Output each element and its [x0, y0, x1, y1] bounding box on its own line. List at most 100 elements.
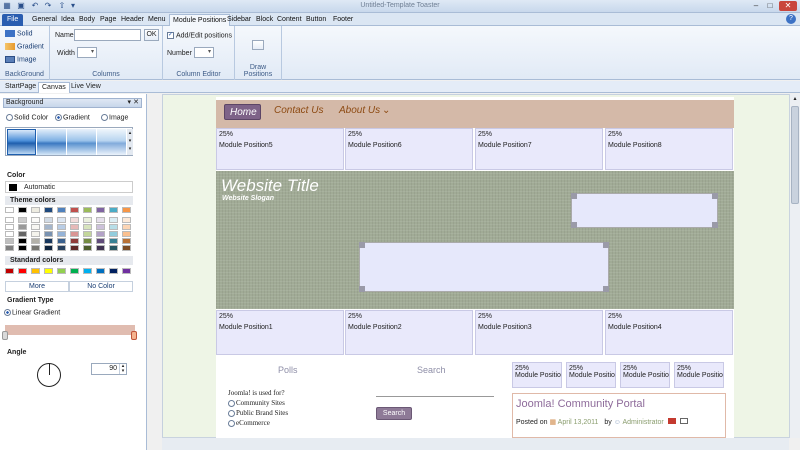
poll-option[interactable]: Public Brand Sites [228, 409, 288, 417]
search-button[interactable]: Search [376, 407, 412, 420]
tab-menu[interactable]: Menu [145, 14, 169, 26]
tab-body[interactable]: Body [76, 14, 98, 26]
maximize-icon[interactable]: □ [764, 1, 776, 11]
module-position7[interactable]: 25% Module Position7 [475, 128, 603, 170]
no-color-button[interactable]: No Color [69, 281, 133, 292]
theme-color-swatch[interactable] [70, 207, 79, 213]
module-position8[interactable]: 25% Module Position8 [605, 128, 733, 170]
theme-color-swatch[interactable] [44, 224, 53, 230]
theme-color-swatch[interactable] [109, 238, 118, 244]
tab-live-view[interactable]: Live View [68, 82, 104, 93]
tab-module-positions[interactable]: Module Positions [169, 14, 231, 26]
module-position4[interactable]: 25% Module Position4 [605, 310, 733, 355]
theme-color-swatch[interactable] [83, 245, 92, 251]
standard-color-swatch[interactable] [57, 268, 66, 274]
theme-color-swatch[interactable] [57, 231, 66, 237]
standard-color-swatch[interactable] [18, 268, 27, 274]
small-module[interactable]: 25% Module Position [512, 362, 562, 388]
theme-color-swatch[interactable] [5, 217, 14, 223]
theme-color-swatch[interactable] [18, 224, 27, 230]
gradient-swatch-1[interactable] [7, 129, 36, 155]
name-input[interactable] [74, 29, 141, 41]
theme-color-swatch[interactable] [122, 217, 131, 223]
resize-handle[interactable] [359, 242, 365, 248]
minimize-icon[interactable]: – [750, 1, 762, 11]
standard-color-swatch[interactable] [96, 268, 105, 274]
theme-color-swatch[interactable] [31, 224, 40, 230]
resize-handle[interactable] [712, 193, 718, 199]
resize-handle[interactable] [571, 222, 577, 228]
chevron-down-icon[interactable]: ⌄ [382, 105, 390, 116]
small-module[interactable]: 25% Module Position [620, 362, 670, 388]
theme-color-swatch[interactable] [109, 207, 118, 213]
theme-color-swatch[interactable] [44, 217, 53, 223]
theme-color-swatch[interactable] [70, 217, 79, 223]
theme-color-swatch[interactable] [57, 238, 66, 244]
module-position5[interactable]: 25% Module Position5 [216, 128, 344, 170]
website-title[interactable]: Website Title [221, 176, 319, 196]
resize-handle[interactable] [712, 222, 718, 228]
tab-canvas[interactable]: Canvas [38, 82, 70, 93]
theme-color-swatch[interactable] [31, 217, 40, 223]
website-slogan[interactable]: Website Slogan [222, 195, 274, 202]
gradient-swatch-2[interactable] [37, 129, 66, 155]
module-position3[interactable]: 25% Module Position3 [475, 310, 603, 355]
theme-color-swatch[interactable] [109, 245, 118, 251]
angle-dial[interactable] [37, 363, 61, 387]
linear-gradient-option[interactable]: Linear Gradient [4, 309, 60, 316]
theme-color-swatch[interactable] [57, 217, 66, 223]
standard-color-swatch[interactable] [5, 268, 14, 274]
poll-option[interactable]: eCommerce [228, 419, 270, 427]
tab-page[interactable]: Page [97, 14, 119, 26]
header-position-box-1[interactable] [571, 193, 718, 228]
radio-gradient[interactable] [55, 114, 62, 121]
theme-color-swatch[interactable] [96, 217, 105, 223]
theme-color-swatch[interactable] [31, 231, 40, 237]
theme-color-swatch[interactable] [83, 217, 92, 223]
theme-color-swatch[interactable] [44, 238, 53, 244]
tab-idea[interactable]: Idea [58, 14, 78, 26]
theme-color-swatch[interactable] [70, 224, 79, 230]
theme-color-swatch[interactable] [44, 231, 53, 237]
theme-color-swatch[interactable] [96, 245, 105, 251]
tab-content[interactable]: Content [274, 14, 305, 26]
radio-linear-gradient[interactable] [4, 309, 11, 316]
theme-color-swatch[interactable] [122, 245, 131, 251]
nav-home-button[interactable]: Home [224, 104, 261, 120]
print-icon[interactable] [679, 418, 688, 424]
standard-color-swatch[interactable] [122, 268, 131, 274]
automatic-color-option[interactable]: Automatic [5, 181, 133, 193]
gradient-stop-left[interactable] [2, 331, 8, 340]
theme-color-swatch[interactable] [5, 231, 14, 237]
poll-radio[interactable] [228, 399, 235, 407]
add-edit-positions-checkbox[interactable]: ✓ Add/Edit positions [167, 32, 232, 39]
article-title[interactable]: Joomla! Community Portal [516, 398, 645, 410]
theme-color-swatch[interactable] [31, 245, 40, 251]
theme-color-swatch[interactable] [5, 224, 14, 230]
resize-handle[interactable] [359, 286, 365, 292]
nav-about-link[interactable]: About Us [339, 105, 380, 116]
small-module[interactable]: 25% Module Position [674, 362, 724, 388]
image-button[interactable]: Image [5, 56, 36, 63]
tab-sidebar[interactable]: Sidebar [224, 14, 254, 26]
theme-color-swatch[interactable] [96, 224, 105, 230]
theme-color-swatch[interactable] [96, 207, 105, 213]
theme-color-swatch[interactable] [44, 207, 53, 213]
tab-footer[interactable]: Footer [330, 14, 356, 26]
theme-color-swatch[interactable] [109, 217, 118, 223]
gradient-bar[interactable] [5, 325, 135, 335]
theme-color-swatch[interactable] [5, 245, 14, 251]
theme-color-swatch[interactable] [96, 238, 105, 244]
theme-color-swatch[interactable] [70, 231, 79, 237]
number-dropdown[interactable]: ▾ [194, 47, 214, 58]
tab-block[interactable]: Block [253, 14, 276, 26]
theme-color-swatch[interactable] [31, 238, 40, 244]
theme-color-swatch[interactable] [83, 207, 92, 213]
theme-color-swatch[interactable] [122, 207, 131, 213]
pin-icon[interactable]: ▾ [127, 99, 131, 107]
module-position6[interactable]: 25% Module Position6 [345, 128, 473, 170]
tab-startpage[interactable]: StartPage [2, 82, 39, 93]
module-position1[interactable]: 25% Module Position1 [216, 310, 344, 355]
resize-handle[interactable] [603, 242, 609, 248]
gradient-swatch-4[interactable] [97, 129, 126, 155]
